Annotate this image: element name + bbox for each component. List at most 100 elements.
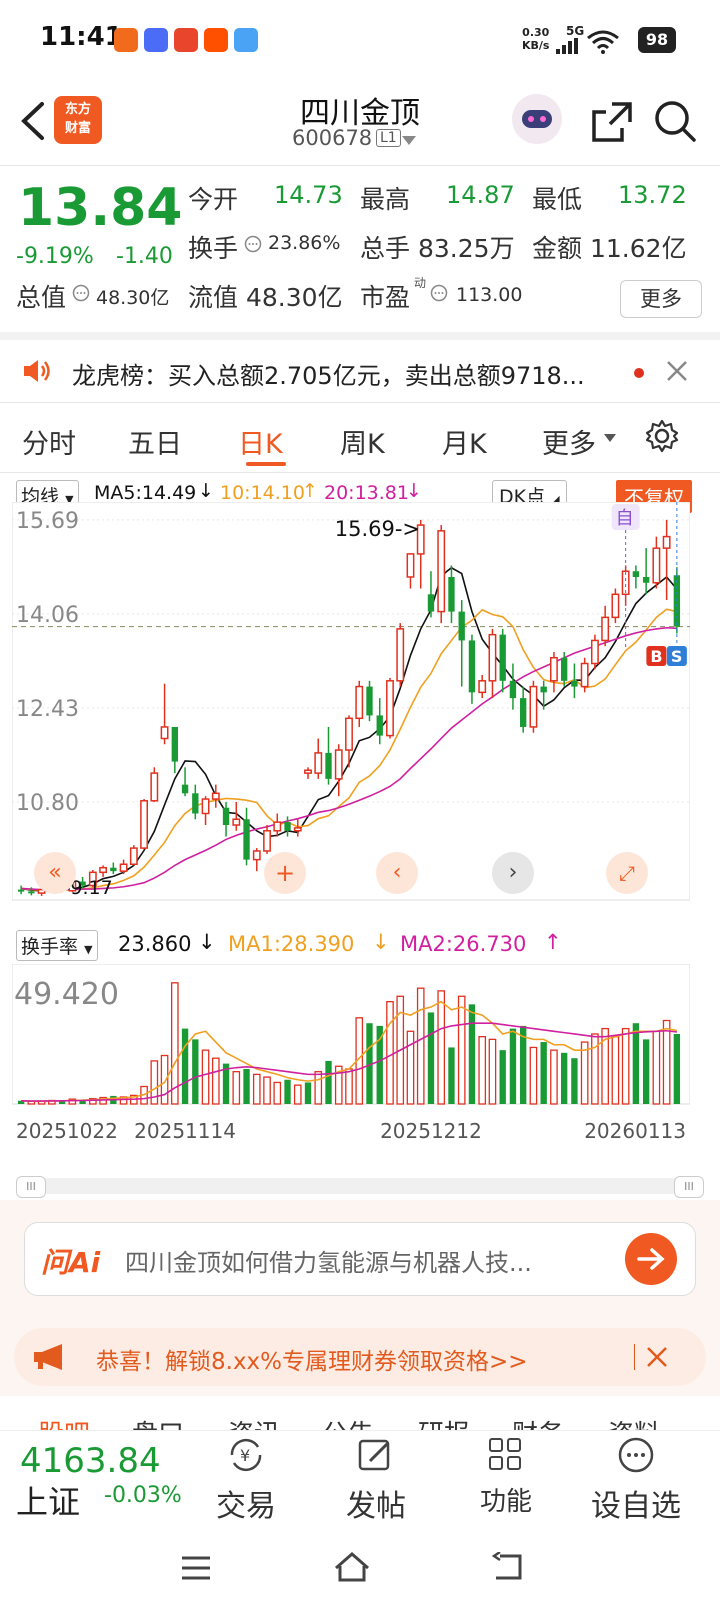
search-icon[interactable] — [652, 98, 698, 144]
candle-up — [201, 798, 210, 815]
tab-weekly-k[interactable]: 周K — [340, 422, 385, 461]
wifi-icon — [587, 30, 619, 54]
active-tab-indicator — [246, 462, 286, 466]
tab-daily-k[interactable]: 日K — [238, 422, 283, 461]
back-icon[interactable] — [492, 1552, 526, 1582]
zoom-in-button[interactable]: + — [264, 852, 306, 894]
svg-text:¥: ¥ — [240, 1446, 250, 1465]
mktcap-value: 48.30亿 — [96, 287, 170, 309]
tab-guba[interactable]: 股吧 — [38, 1414, 90, 1430]
volume-bar-up — [437, 990, 446, 1105]
promo-banner[interactable]: 恭喜！解锁8.xx%专属理财券领取资格>> — [14, 1328, 706, 1386]
info-circle-icon[interactable] — [430, 284, 448, 302]
x-tick-label: 20260113 — [584, 1119, 686, 1143]
yen-cycle-icon: ¥ — [230, 1438, 262, 1472]
scroll-left-fast-button[interactable]: « — [34, 852, 76, 894]
turnover-chart[interactable]: 49.420 20251022 20251114 20251212 20260113 — [12, 964, 690, 1174]
candle-up — [355, 685, 364, 720]
network-type: 5G — [566, 24, 585, 38]
volume-bar-up — [416, 987, 425, 1105]
function-button[interactable]: 功能 — [456, 1435, 556, 1518]
notice-bar[interactable]: 龙虎榜：买入总额2.705亿元，卖出总额9718... — [0, 340, 720, 402]
index-name[interactable]: 上证 — [16, 1477, 80, 1523]
trade-button[interactable]: ¥ 交易 — [196, 1435, 296, 1525]
close-icon[interactable] — [646, 1346, 668, 1368]
y-tick-label: 15.69 — [16, 509, 79, 534]
volume-bar-down — [540, 1042, 547, 1104]
tab-profile[interactable]: 资料 — [608, 1414, 660, 1430]
divider — [0, 472, 720, 473]
sub-indicator-select[interactable]: 换手率 ▼ — [16, 930, 98, 961]
vivo-app-icon — [144, 28, 168, 52]
prev-candle-button[interactable]: ‹ — [376, 852, 418, 894]
next-candle-button[interactable]: › — [492, 852, 534, 894]
menu-icon[interactable] — [180, 1554, 212, 1582]
candle-up — [529, 685, 538, 728]
volume-label: 总手 — [360, 234, 411, 263]
candle-up — [263, 830, 271, 852]
share-icon[interactable] — [590, 100, 634, 144]
post-button[interactable]: 发帖 — [326, 1435, 426, 1525]
volume-bar-up — [293, 1084, 302, 1105]
chevron-down-icon[interactable] — [402, 136, 416, 146]
volume-bar-down — [642, 1039, 650, 1104]
volume-bar-down — [181, 1028, 189, 1104]
candle-up — [488, 633, 497, 682]
candle-down — [458, 611, 465, 641]
tab-news[interactable]: 资讯 — [228, 1414, 280, 1430]
scroll-right-handle[interactable]: III — [674, 1176, 704, 1198]
tab-monthly-k[interactable]: 月K — [442, 422, 487, 461]
quote-level-badge[interactable]: L1 — [376, 129, 401, 147]
vol-ma2-legend: MA2:26.730 — [400, 932, 527, 956]
fullscreen-icon[interactable]: ⤢ — [606, 852, 648, 894]
tab-intraday[interactable]: 分时 — [22, 422, 76, 461]
tab-research[interactable]: 研报 — [418, 1414, 470, 1430]
candle-up — [601, 616, 610, 642]
tab-more[interactable]: 更多 — [542, 422, 596, 461]
high-annotation: 15.69-> — [335, 517, 420, 541]
index-change[interactable]: -0.03% — [104, 1483, 182, 1508]
close-icon[interactable] — [666, 360, 688, 382]
candle-down — [642, 576, 650, 583]
chart-scrollbar[interactable] — [16, 1178, 704, 1194]
tab-finance[interactable]: 财务 — [512, 1414, 564, 1430]
candle-up — [140, 800, 149, 849]
settings-gear-icon[interactable] — [644, 418, 680, 454]
info-circle-icon[interactable] — [244, 235, 262, 253]
home-icon[interactable] — [332, 1550, 372, 1584]
index-value[interactable]: 4163.84 — [20, 1441, 161, 1481]
candle-up — [652, 547, 661, 584]
volume-bar-up — [211, 1057, 220, 1105]
signal-icon — [556, 38, 578, 54]
tab-pankou[interactable]: 盘口 — [132, 1414, 184, 1430]
volume-bar-up — [488, 1038, 497, 1105]
candle-up — [99, 866, 108, 874]
candle-up — [580, 662, 589, 688]
volume-max-label: 49.420 — [14, 977, 119, 1012]
volume-bar-up — [273, 1081, 282, 1105]
ai-question-box[interactable]: 问Ai 四川金顶如何借力氢能源与机器人技... — [24, 1222, 696, 1296]
turnover-down-arrow-icon: ↓ — [198, 930, 216, 954]
info-circle-icon[interactable] — [72, 284, 90, 302]
candle-down — [222, 807, 230, 826]
volume-bar-up — [611, 1036, 620, 1105]
volume-bar-down — [571, 1058, 578, 1104]
volume-bar-up — [263, 1076, 271, 1105]
caret-down-icon — [604, 434, 616, 442]
back-arrow-icon[interactable] — [18, 98, 58, 144]
volume-bar-up — [580, 1041, 589, 1105]
volume-bar-down — [427, 1012, 435, 1104]
tab-announce[interactable]: 公告 — [322, 1414, 374, 1430]
clock: 11:41 — [40, 22, 123, 52]
scroll-left-handle[interactable]: III — [16, 1176, 46, 1198]
ai-submit-button[interactable] — [625, 1233, 677, 1285]
kline-chart[interactable]: 15.6914.0612.4310.80 15.69-><-9.17自B S — [12, 502, 690, 902]
candle-down — [520, 698, 527, 727]
tab-five-day[interactable]: 五日 — [128, 422, 182, 461]
candle-up — [478, 680, 487, 694]
more-quote-button[interactable]: 更多 — [620, 280, 702, 318]
add-watchlist-button[interactable]: 设自选 — [586, 1435, 686, 1525]
x-tick-label: 20251114 — [134, 1119, 236, 1143]
volume-bar-down — [325, 1060, 332, 1104]
ai-robot-icon[interactable] — [512, 94, 562, 144]
